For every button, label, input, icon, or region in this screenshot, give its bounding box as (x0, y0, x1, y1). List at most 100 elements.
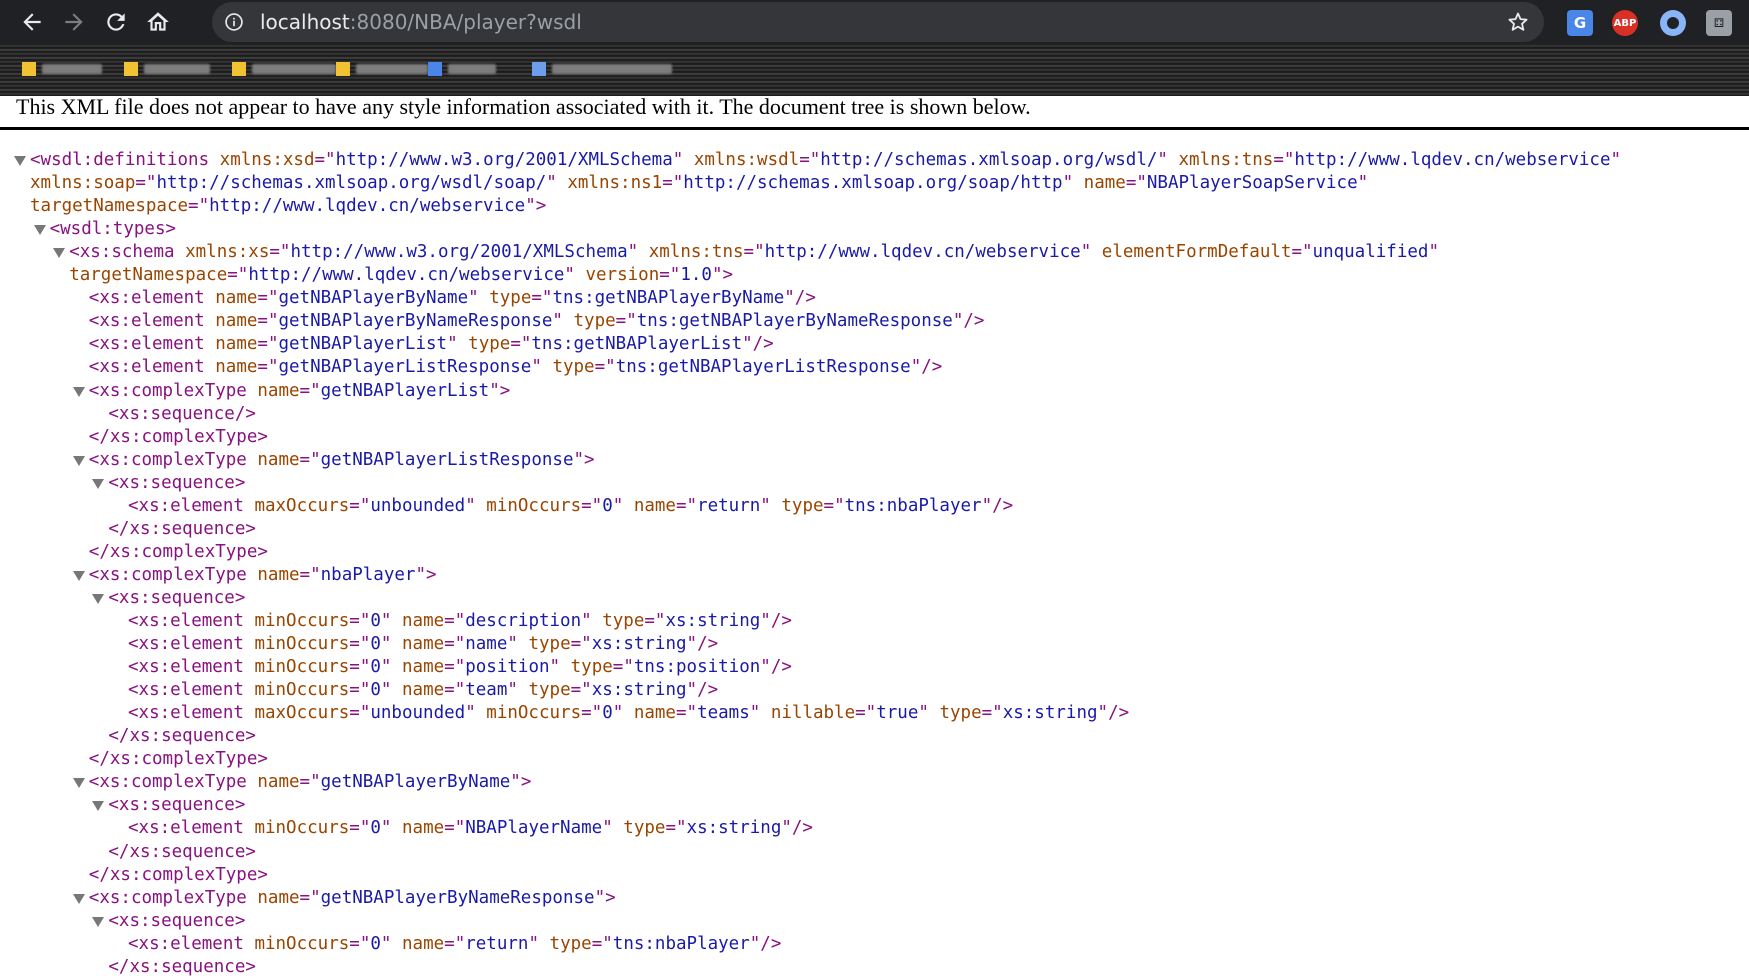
adblock-plus-icon[interactable]: ABP (1612, 10, 1638, 36)
collapse-triangle-icon[interactable] (14, 156, 26, 166)
xml-attribute-name: name (402, 934, 444, 954)
bookmark-item[interactable] (336, 58, 428, 80)
collapse-triangle-icon[interactable] (73, 778, 85, 788)
xml-line-text: <xs:sequence> (108, 587, 245, 610)
xml-attribute-name: name (402, 634, 444, 654)
xml-line-text: <xs:complexType name="nbaPlayer"> (89, 564, 437, 587)
bookmark-item[interactable] (232, 58, 336, 80)
collapse-triangle-icon[interactable] (53, 248, 65, 258)
collapse-triangle-icon[interactable] (92, 479, 104, 489)
xml-tag-text: =" (188, 196, 209, 216)
xml-tag-text: "/> (784, 288, 816, 308)
xml-tag-text (247, 565, 258, 585)
xml-tag-text: " (381, 634, 392, 654)
xml-tag-text (638, 242, 649, 262)
collapse-triangle-icon[interactable] (92, 917, 104, 927)
notice-divider (0, 127, 1749, 130)
xml-tag-text (209, 150, 220, 170)
bookmark-item[interactable] (124, 58, 210, 80)
xml-attribute-name: minOccurs (254, 611, 349, 631)
bookmark-item[interactable] (22, 58, 102, 80)
bookmark-icon (428, 62, 442, 76)
xml-tag-text: =" (349, 680, 370, 700)
xml-attribute-value: NBAPlayerSoapService (1147, 173, 1358, 193)
xml-line-text: <xs:element minOccurs="0" name="name" ty… (128, 633, 718, 656)
xml-tag-text: </xs:complexType> (89, 427, 268, 447)
xml-attribute-value: return (697, 496, 760, 516)
bookmark-star-icon[interactable] (1506, 10, 1530, 34)
xml-tag-text (479, 288, 490, 308)
collapse-triangle-icon[interactable] (73, 456, 85, 466)
collapse-triangle-icon[interactable] (34, 225, 46, 235)
xml-tag-text (542, 357, 553, 377)
url-text[interactable]: localhost:8080/NBA/player?wsdl (260, 10, 582, 34)
home-button[interactable] (140, 4, 176, 40)
xml-tag-text (391, 657, 402, 677)
xml-attribute-value: xs:string (665, 611, 760, 631)
extension-icon[interactable]: ⚃ (1706, 10, 1732, 36)
collapse-triangle-icon[interactable] (73, 894, 85, 904)
xml-attribute-value: teams (697, 703, 750, 723)
xml-tag-text (247, 381, 258, 401)
xml-tag-text: =" (676, 703, 697, 723)
xml-attribute-value: name (465, 634, 507, 654)
back-button[interactable] (14, 4, 50, 40)
xml-tag-text (623, 703, 634, 723)
xml-attribute-value: http://www.lqdev.cn/webservice (765, 242, 1081, 262)
translate-icon[interactable]: G (1567, 10, 1593, 36)
reload-button[interactable] (98, 4, 134, 40)
collapse-triangle-icon[interactable] (92, 594, 104, 604)
xml-tag-text: =" (444, 657, 465, 677)
xml-attribute-value: unqualified (1313, 242, 1429, 262)
xml-tag-text: =" (824, 496, 845, 516)
xml-tag-text (244, 657, 255, 677)
xml-attribute-name: xmlns:soap (30, 173, 135, 193)
xml-line-text: <xs:element minOccurs="0" name="descript… (128, 610, 792, 633)
browser-toolbar: localhost:8080/NBA/player?wsdl G ABP ⚃ (0, 0, 1749, 44)
circle-extension-icon[interactable] (1660, 10, 1686, 36)
xml-tag-text (1168, 150, 1179, 170)
xml-line-text: <xs:element minOccurs="0" name="return" … (128, 933, 781, 956)
xml-attribute-value: tns:getNBAPlayerByName (552, 288, 784, 308)
xml-attribute-name: name (215, 288, 257, 308)
xml-line-text: <xs:sequence> (108, 794, 245, 817)
xml-tag-text: " (760, 496, 771, 516)
xml-style-notice: This XML file does not appear to have an… (16, 94, 1031, 120)
xml-attribute-value: getNBAPlayerByNameResponse (321, 888, 595, 908)
xml-line-text: <xs:schema xmlns:xs="http://www.w3.org/2… (69, 241, 1439, 264)
xml-line-text: </xs:sequence> (108, 956, 256, 979)
xml-tag-text: "/> (760, 611, 792, 631)
collapse-triangle-icon[interactable] (73, 387, 85, 397)
xml-tag-text: " (447, 334, 458, 354)
xml-line-text: <wsdl:definitions xmlns:xsd="http://www.… (30, 149, 1621, 172)
xml-tag-text: " (552, 311, 563, 331)
xml-tag-text: =" (531, 288, 552, 308)
bookmark-item[interactable] (428, 58, 496, 80)
forward-button[interactable] (56, 4, 92, 40)
xml-tag-text (391, 680, 402, 700)
xml-tag-text (476, 496, 487, 516)
xml-attribute-name: xmlns:tns (649, 242, 744, 262)
collapse-triangle-icon[interactable] (73, 571, 85, 581)
xml-tag-text: =" (300, 450, 321, 470)
xml-tag-text: =" (982, 703, 1003, 723)
xml-attribute-name: nillable (771, 703, 855, 723)
xml-attribute-name: name (257, 888, 299, 908)
xml-tag-text: =" (662, 173, 683, 193)
reload-icon (103, 9, 129, 35)
xml-attribute-name: name (257, 565, 299, 585)
address-bar[interactable]: localhost:8080/NBA/player?wsdl (212, 2, 1544, 42)
xml-tag-text: =" (257, 288, 278, 308)
xml-attribute-name: name (257, 772, 299, 792)
xml-attribute-value: getNBAPlayerList (321, 381, 490, 401)
xml-attribute-name: maxOccurs (254, 496, 349, 516)
collapse-triangle-icon[interactable] (92, 801, 104, 811)
xml-tag-text: <xs:element (128, 934, 244, 954)
xml-tag-text: " (381, 934, 392, 954)
xml-tag-text: " (613, 496, 624, 516)
xml-tag-text (623, 496, 634, 516)
bookmark-item[interactable] (532, 58, 672, 80)
xml-tag-text: =" (444, 680, 465, 700)
info-icon[interactable] (224, 12, 244, 32)
xml-tag-text: =" (659, 265, 680, 285)
